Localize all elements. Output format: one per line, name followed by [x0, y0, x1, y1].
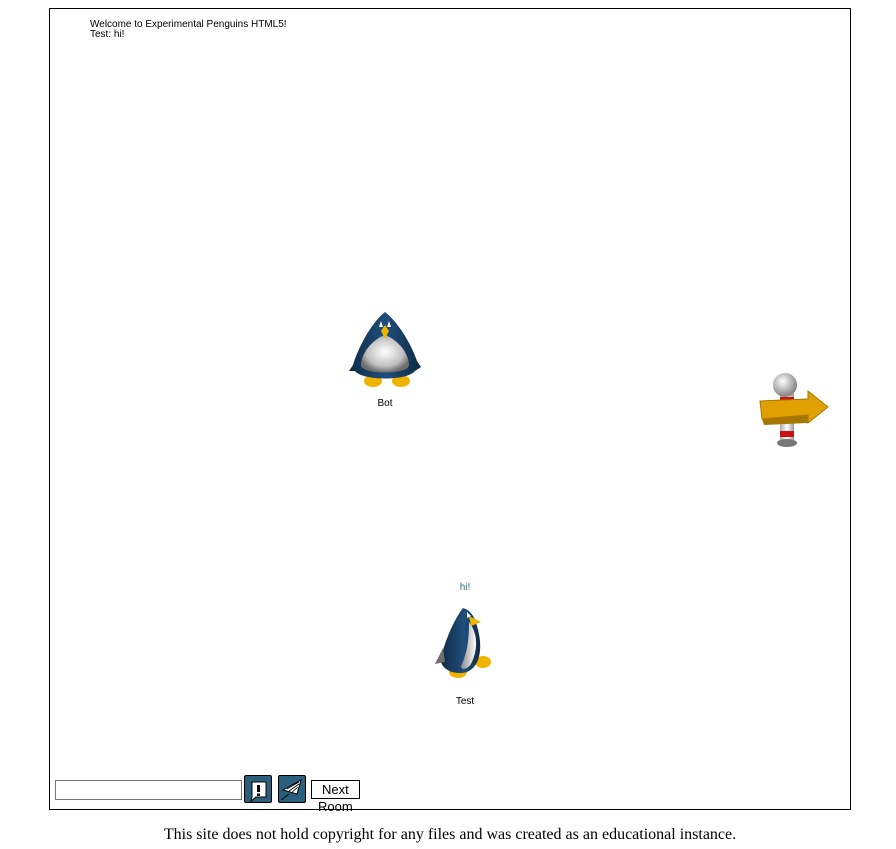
next-room-button[interactable]: Next Room	[311, 780, 360, 814]
signpost-icon[interactable]	[756, 371, 832, 451]
speech-bubble: hi!	[459, 582, 471, 593]
penguin-name-label: Test	[455, 696, 475, 707]
penguin-bot[interactable]: Bot	[345, 309, 425, 419]
chat-log: Welcome to Experimental Penguins HTML5! …	[90, 20, 287, 40]
chat-input[interactable]	[55, 780, 242, 800]
penguin-test-sprite	[435, 608, 491, 678]
emote-icon	[250, 781, 267, 803]
penguin-test[interactable]: hi! Test	[425, 582, 505, 707]
penguin-name-label: Bot	[377, 398, 393, 409]
mail-icon	[280, 778, 302, 801]
game-canvas[interactable]: Welcome to Experimental Penguins HTML5! …	[49, 8, 851, 814]
penguin-bot-sprite	[349, 312, 421, 387]
copyright-footer: This site does not hold copyright for an…	[163, 826, 737, 843]
emote-button[interactable]	[244, 775, 272, 803]
mail-button[interactable]	[278, 775, 306, 803]
chat-log-line: Test: hi!	[90, 29, 125, 40]
